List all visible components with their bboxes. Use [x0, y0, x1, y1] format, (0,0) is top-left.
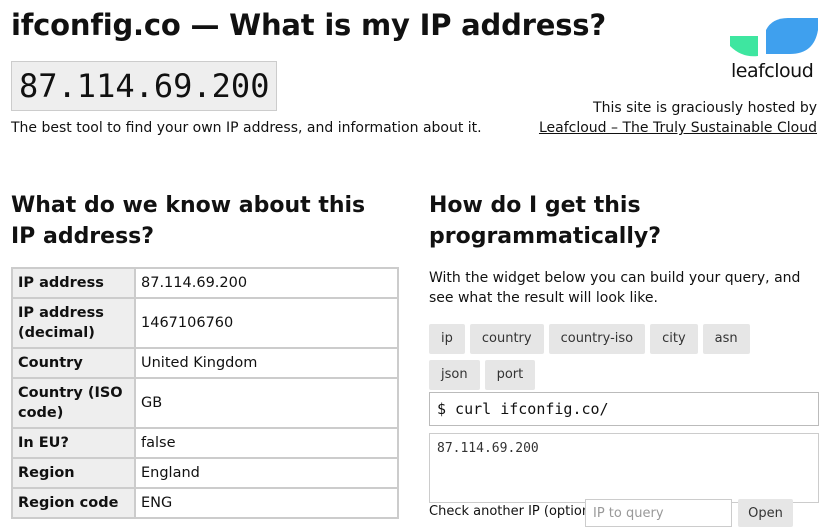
leafcloud-link[interactable]: Leafcloud – The Truly Sustainable Cloud	[539, 120, 817, 136]
query-chip-country-iso[interactable]: country-iso	[548, 324, 646, 354]
row-key: Country (ISO code)	[11, 377, 136, 429]
query-chip-json[interactable]: json	[429, 360, 480, 390]
programmatic-heading: How do I get this programmatically?	[429, 193, 661, 249]
host-credit: This site is graciously hosted by Leafcl…	[517, 98, 817, 138]
query-chip-city[interactable]: city	[650, 324, 698, 354]
green-leaf-shape	[730, 36, 758, 57]
curl-result-box: 87.114.69.200	[429, 433, 819, 503]
query-chip-port[interactable]: port	[484, 360, 536, 390]
row-key: Region	[11, 457, 136, 489]
query-chip-asn[interactable]: asn	[702, 324, 750, 354]
page-title: ifconfig.co — What is my IP address?	[11, 8, 606, 42]
ip-info-heading: What do we know about this IP address?	[11, 193, 366, 249]
query-chip-country[interactable]: country	[469, 324, 544, 354]
curl-command-box[interactable]: $ curl ifconfig.co/	[429, 392, 819, 426]
check-ip-label: Check another IP (optional)	[429, 504, 607, 519]
widget-description: With the widget below you can build your…	[429, 270, 801, 306]
tagline: The best tool to find your own IP addres…	[11, 120, 482, 136]
row-value: United Kingdom	[134, 347, 399, 379]
table-row: IP address (decimal) 1467106760	[11, 297, 399, 349]
row-value: GB	[134, 377, 399, 429]
row-key: IP address	[11, 267, 136, 299]
table-row: Country (ISO code) GB	[11, 377, 399, 429]
row-key: In EU?	[11, 427, 136, 459]
ip-info-table: IP address 87.114.69.200 IP address (decim…	[11, 267, 399, 519]
table-row: IP address 87.114.69.200	[11, 267, 399, 299]
row-value: ENG	[134, 487, 399, 519]
table-row: Country United Kingdom	[11, 347, 399, 379]
row-value: false	[134, 427, 399, 459]
blue-leaf-shape	[766, 18, 818, 54]
current-ip-display: 87.114.69.200	[11, 61, 278, 111]
table-row: Region England	[11, 457, 399, 489]
row-value: 87.114.69.200	[134, 267, 399, 299]
leafcloud-wordmark: leafcloud	[731, 60, 814, 82]
host-credit-prefix: This site is graciously hosted by	[593, 100, 817, 116]
ip-query-input[interactable]	[585, 499, 732, 527]
open-button[interactable]: Open	[738, 499, 793, 527]
row-value: 1467106760	[134, 297, 399, 349]
row-value: England	[134, 457, 399, 489]
row-key: Region code	[11, 487, 136, 519]
query-chip-group: ip country country-iso city asn json port	[429, 324, 809, 396]
row-key: Country	[11, 347, 136, 379]
table-row: In EU? false	[11, 427, 399, 459]
table-row: Region code ENG	[11, 487, 399, 519]
row-key: IP address (decimal)	[11, 297, 136, 349]
query-chip-ip[interactable]: ip	[429, 324, 465, 354]
